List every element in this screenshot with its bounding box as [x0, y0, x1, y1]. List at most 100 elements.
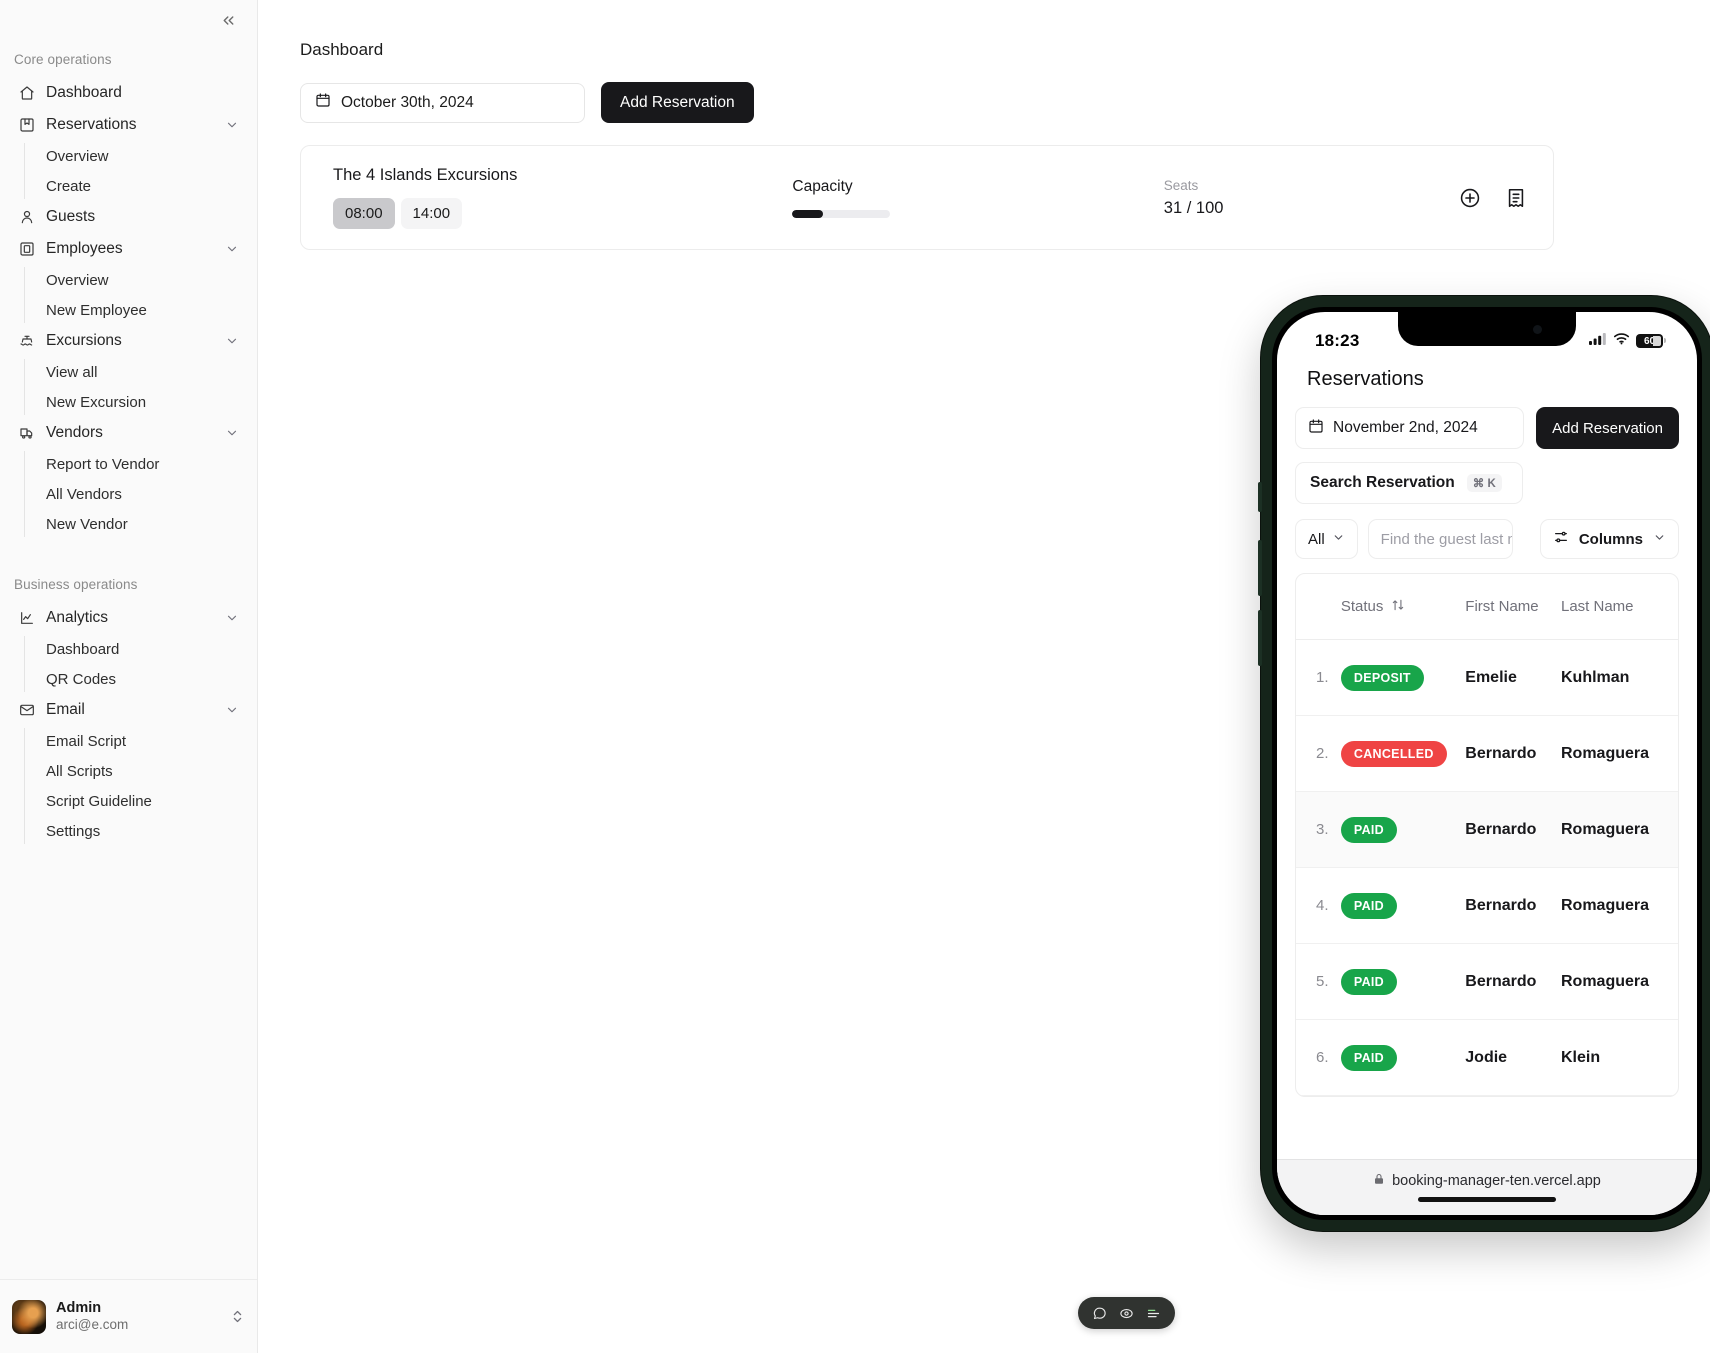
sidebar-user-menu[interactable]: Admin arci@e.com: [0, 1279, 257, 1353]
table-row[interactable]: 1. DEPOSIT Emelie Kuhlman: [1296, 640, 1678, 716]
phone-mockup: 18:23 60 Reservations November 2nd, 2024…: [1258, 296, 1710, 1231]
time-slot-1400[interactable]: 14:00: [400, 198, 463, 229]
message-circle-icon[interactable]: [1092, 1306, 1107, 1321]
column-last-name[interactable]: Last Name: [1561, 598, 1672, 616]
sidebar-subitem-all-scripts[interactable]: All Scripts: [38, 756, 257, 786]
sidebar-item-analytics[interactable]: Analytics: [10, 602, 247, 634]
status-filter-value: All: [1308, 530, 1325, 548]
sidebar-subnav-email: Email Script All Scripts Script Guidelin…: [24, 726, 257, 846]
phone-bezel: 18:23 60 Reservations November 2nd, 2024…: [1272, 307, 1702, 1220]
sidebar-item-excursions[interactable]: Excursions: [10, 325, 247, 357]
sidebar-item-reservations[interactable]: Reservations: [10, 109, 247, 141]
row-index: 1.: [1316, 669, 1329, 686]
phone-body: Reservations November 2nd, 2024 Add Rese…: [1277, 360, 1697, 1159]
sidebar-subitem-create[interactable]: Create: [38, 171, 257, 201]
chevrons-up-down-icon[interactable]: [230, 1309, 245, 1324]
table-row[interactable]: 3. PAID Bernardo Romaguera: [1296, 792, 1678, 868]
phone-silent-switch[interactable]: [1258, 482, 1262, 512]
sidebar-subitem-overview[interactable]: Overview: [38, 141, 257, 171]
status-time: 18:23: [1315, 331, 1360, 350]
phone-volume-up-button[interactable]: [1258, 540, 1262, 596]
sidebar-item-employees[interactable]: Employees: [10, 233, 247, 265]
sliders-icon: [1553, 529, 1569, 549]
sidebar-item-label: Analytics: [46, 609, 109, 626]
capacity-progress-fill: [792, 209, 823, 218]
eye-target-icon[interactable]: [1119, 1306, 1134, 1321]
phone-add-reservation-button[interactable]: Add Reservation: [1536, 407, 1679, 449]
sidebar-subitem-qr-codes[interactable]: QR Codes: [38, 664, 257, 694]
sidebar-item-dashboard[interactable]: Dashboard: [10, 77, 247, 109]
table-row[interactable]: 6. PAID Jodie Klein: [1296, 1020, 1678, 1096]
arrow-up-down-icon[interactable]: [1391, 598, 1405, 616]
sidebar-subitem-report-to-vendor[interactable]: Report to Vendor: [38, 449, 257, 479]
row-status-cell: PAID: [1340, 892, 1465, 919]
chevron-down-icon[interactable]: [225, 703, 239, 717]
sidebar-subitem-analytics-dashboard[interactable]: Dashboard: [38, 634, 257, 664]
sidebar-item-label: Guests: [46, 208, 96, 225]
bookmark-icon: [18, 117, 35, 134]
sidebar-item-guests[interactable]: Guests: [10, 201, 247, 233]
chevron-down-icon[interactable]: [225, 426, 239, 440]
sidebar-subitem-settings[interactable]: Settings: [38, 816, 257, 846]
sidebar-subnav-employees: Overview New Employee: [24, 265, 257, 325]
circle-plus-icon[interactable]: [1457, 185, 1483, 211]
calendar-icon: [315, 92, 331, 113]
row-first-name: Emelie: [1465, 668, 1517, 686]
sidebar-item-email[interactable]: Email: [10, 694, 247, 726]
sidebar-item-label: Vendors: [46, 424, 103, 441]
time-slot-0800[interactable]: 08:00: [333, 198, 395, 229]
sidebar-subitem-all-vendors[interactable]: All Vendors: [38, 479, 257, 509]
user-info: Admin arci@e.com: [56, 1299, 220, 1334]
add-reservation-button[interactable]: Add Reservation: [601, 82, 754, 123]
row-status-cell: DEPOSIT: [1340, 664, 1465, 691]
status-filter-select[interactable]: All: [1295, 519, 1358, 559]
excursion-card[interactable]: The 4 Islands Excursions 08:00 14:00 Cap…: [300, 145, 1554, 250]
columns-button[interactable]: Columns: [1539, 519, 1679, 559]
menu-lines-icon[interactable]: [1146, 1306, 1161, 1321]
capacity-label: Capacity: [792, 177, 853, 195]
table-header-row: Status First Name Last Name: [1296, 574, 1678, 640]
row-index: 6.: [1316, 1049, 1329, 1066]
chevron-down-icon[interactable]: [225, 118, 239, 132]
phone-search-reservation[interactable]: Search Reservation ⌘ K: [1295, 462, 1523, 504]
phone-date-picker[interactable]: November 2nd, 2024: [1295, 407, 1525, 449]
sidebar-subitem-new-employee[interactable]: New Employee: [38, 295, 257, 325]
column-status[interactable]: Status: [1341, 598, 1465, 616]
sidebar-item-vendors[interactable]: Vendors: [10, 417, 247, 449]
date-picker[interactable]: October 30th, 2024: [300, 82, 585, 123]
guest-search-input[interactable]: Find the guest last name: [1367, 519, 1513, 559]
row-index: 3.: [1316, 821, 1329, 838]
receipt-icon[interactable]: [1503, 185, 1529, 211]
row-last-name: Romaguera: [1560, 820, 1650, 838]
sidebar-subitem-email-script[interactable]: Email Script: [38, 726, 257, 756]
home-indicator: [1418, 1197, 1556, 1202]
row-index: 4.: [1316, 897, 1329, 914]
sidebar-subitem-employee-overview[interactable]: Overview: [38, 265, 257, 295]
sidebar-subnav-reservations: Overview Create: [24, 141, 257, 201]
row-last-name: Romaguera: [1560, 972, 1650, 990]
status-badge: DEPOSIT: [1340, 664, 1424, 691]
chevron-down-icon[interactable]: [225, 334, 239, 348]
table-row[interactable]: 2. CANCELLED Bernardo Romaguera: [1296, 716, 1678, 792]
row-status-cell: PAID: [1340, 968, 1465, 995]
truck-icon: [18, 425, 35, 442]
battery-icon: 60: [1636, 334, 1666, 348]
chevrons-left-icon[interactable]: [215, 7, 241, 33]
sidebar-subitem-new-vendor[interactable]: New Vendor: [38, 509, 257, 539]
column-first-name[interactable]: First Name: [1465, 598, 1561, 616]
capacity-progress-track: [792, 209, 891, 218]
chevron-down-icon[interactable]: [225, 242, 239, 256]
browser-url-bar[interactable]: booking-manager-ten.vercel.app: [1277, 1159, 1697, 1215]
excursion-name: The 4 Islands Excursions: [333, 166, 518, 184]
sidebar-subitem-script-guideline[interactable]: Script Guideline: [38, 786, 257, 816]
table-row[interactable]: 5. PAID Bernardo Romaguera: [1296, 944, 1678, 1020]
sidebar-item-label: Email: [46, 701, 85, 718]
sidebar-subitem-new-excursion[interactable]: New Excursion: [38, 387, 257, 417]
sidebar-subitem-view-all[interactable]: View all: [38, 357, 257, 387]
sidebar-group-label-business: Business operations: [14, 577, 138, 592]
row-first-name: Bernardo: [1465, 744, 1537, 762]
table-row[interactable]: 4. PAID Bernardo Romaguera: [1296, 868, 1678, 944]
sidebar-item-label: Employees: [46, 240, 123, 257]
chevron-down-icon[interactable]: [225, 611, 239, 625]
phone-volume-down-button[interactable]: [1258, 610, 1262, 666]
